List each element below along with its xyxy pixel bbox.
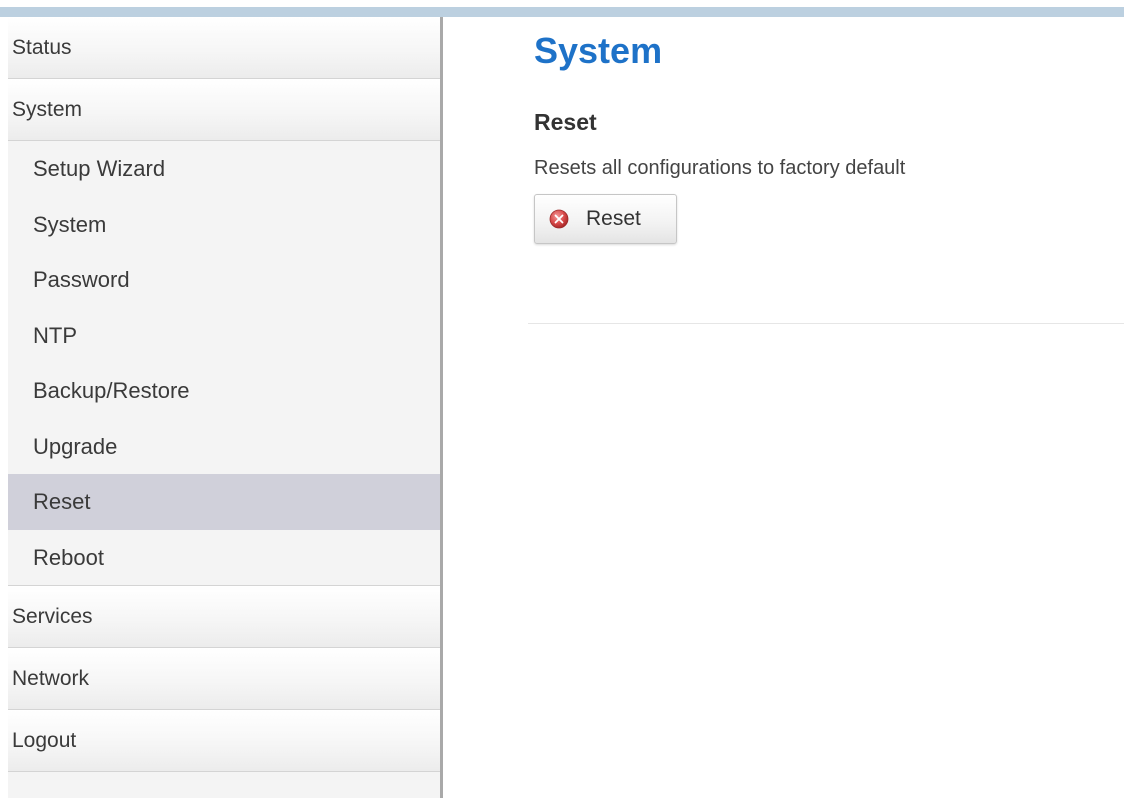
- submenu-item-ntp[interactable]: NTP: [8, 308, 440, 364]
- main-content: System Reset Resets all configurations t…: [528, 17, 1124, 798]
- submenu-item-backup-restore[interactable]: Backup/Restore: [8, 363, 440, 419]
- submenu-item-system[interactable]: System: [8, 197, 440, 253]
- sidebar-item-logout[interactable]: Logout: [8, 710, 440, 772]
- section-divider: [528, 323, 1124, 324]
- submenu-item-reboot[interactable]: Reboot: [8, 530, 440, 586]
- system-submenu: Setup Wizard System Password NTP Backup/…: [8, 141, 440, 586]
- sidebar-item-system[interactable]: System: [8, 79, 440, 141]
- top-header: [0, 0, 1124, 17]
- submenu-item-setup-wizard[interactable]: Setup Wizard: [8, 141, 440, 197]
- reset-button-label: Reset: [586, 207, 641, 230]
- reset-button[interactable]: Reset: [534, 194, 677, 244]
- submenu-item-upgrade[interactable]: Upgrade: [8, 419, 440, 475]
- sidebar-nav: Status System Setup Wizard System Passwo…: [8, 17, 443, 798]
- sidebar-item-services[interactable]: Services: [8, 586, 440, 648]
- section-description: Resets all configurations to factory def…: [534, 157, 906, 179]
- section-title: Reset: [534, 109, 597, 135]
- submenu-item-password[interactable]: Password: [8, 252, 440, 308]
- sidebar-item-status[interactable]: Status: [8, 17, 440, 79]
- submenu-item-reset[interactable]: Reset: [8, 474, 440, 530]
- page-title: System: [534, 30, 663, 71]
- sidebar-item-network[interactable]: Network: [8, 648, 440, 710]
- cross-circle-icon: [549, 209, 569, 229]
- top-header-strip: [0, 7, 1124, 17]
